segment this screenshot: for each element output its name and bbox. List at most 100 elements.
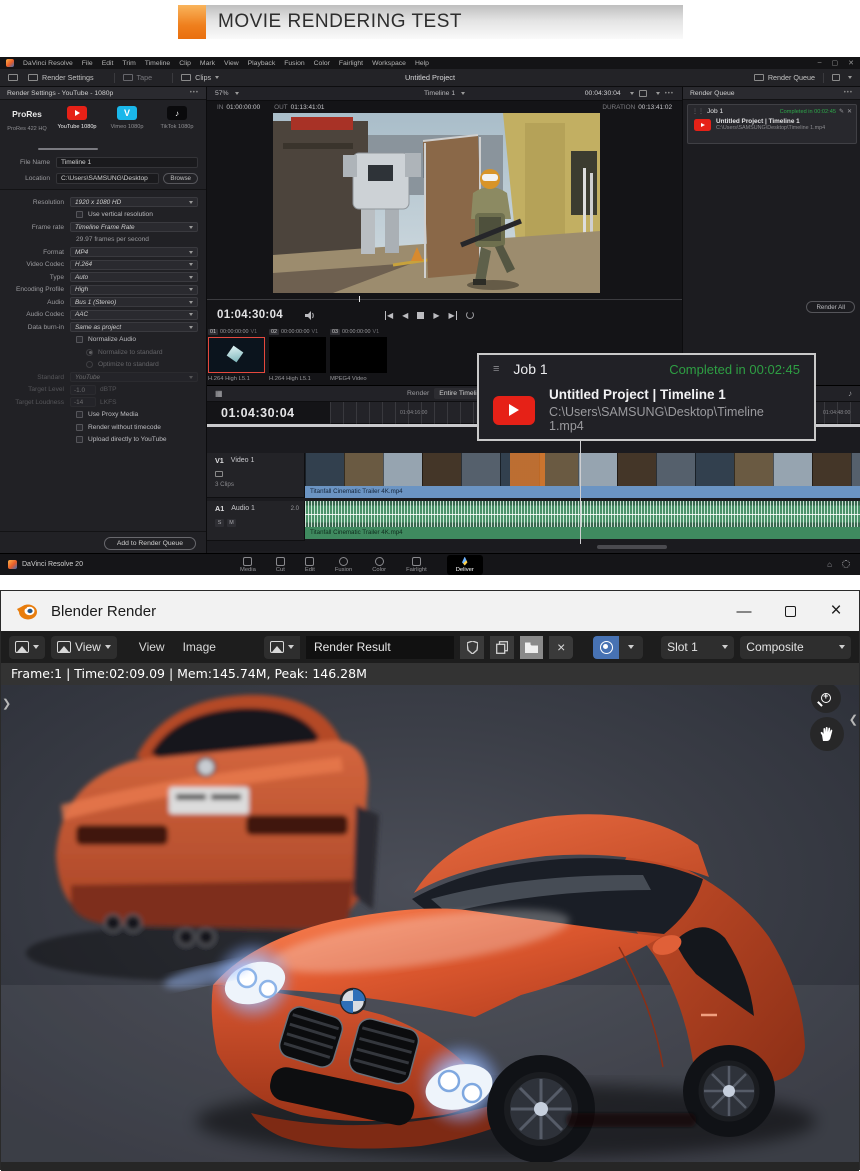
add-to-render-queue-button[interactable]: Add to Render Queue — [104, 537, 196, 550]
preset-prores[interactable]: ProRes ProRes 422 HQ — [4, 106, 50, 132]
solo-button[interactable]: S — [215, 519, 224, 527]
render-viewport[interactable]: ❯ ❮ — [1, 685, 859, 1162]
menu-mark[interactable]: Mark — [200, 60, 215, 67]
clip-thumbnail[interactable] — [269, 337, 326, 373]
speaker-icon[interactable] — [305, 311, 315, 320]
target-loudness-input[interactable]: -14 — [70, 397, 96, 407]
fake-user-shield-icon[interactable] — [460, 636, 484, 659]
clip-thumbnail[interactable] — [208, 337, 265, 373]
maximize-button[interactable] — [767, 591, 813, 631]
render-job-card[interactable]: ⋮⋮ Job 1 Completed in 00:02:45 ✎ ✕ Untit… — [687, 104, 857, 144]
render-all-button[interactable]: Render All — [806, 301, 855, 313]
video-codec-select[interactable]: H.264 — [70, 260, 198, 270]
optimize-standard-radio[interactable] — [86, 361, 93, 368]
drag-handle-icon[interactable]: ⋮⋮ — [692, 108, 704, 115]
close-button[interactable]: ✕ — [848, 59, 854, 67]
menu-help[interactable]: Help — [415, 60, 429, 67]
preset-vimeo[interactable]: V Vimeo 1080p — [104, 106, 150, 130]
viewer-scrub-bar[interactable] — [207, 299, 682, 304]
play-reverse-button[interactable]: ◀ — [402, 311, 408, 320]
minimize-button[interactable]: — — [721, 591, 767, 631]
track-lock-icon[interactable] — [215, 471, 223, 477]
viewer-options-icon[interactable]: ••• — [665, 91, 674, 97]
skip-end-button[interactable]: ▶ — [448, 311, 456, 320]
pass-select[interactable]: Composite — [740, 636, 851, 659]
channels-dropdown[interactable] — [619, 636, 643, 659]
menu-fusion[interactable]: Fusion — [284, 60, 304, 67]
page-fairlight[interactable]: Fairlight — [406, 557, 427, 573]
menu-playback[interactable]: Playback — [248, 60, 276, 67]
normalize-audio-checkbox[interactable] — [76, 336, 83, 343]
menu-view[interactable]: View — [133, 640, 171, 654]
clip-card-3[interactable]: 0300:00:00:00V1 MPEG4 Video — [330, 327, 387, 385]
standard-select[interactable]: YouTube — [70, 372, 198, 382]
preset-tiktok[interactable]: ♪ TikTok 1080p — [154, 106, 200, 130]
open-image-folder-icon[interactable] — [520, 636, 544, 659]
format-select[interactable]: MP4 — [70, 247, 198, 257]
panel-options-icon[interactable]: ••• — [190, 90, 199, 96]
menu-workspace[interactable]: Workspace — [372, 60, 406, 67]
menu-edit[interactable]: Edit — [102, 60, 114, 67]
type-select[interactable]: Auto — [70, 272, 198, 282]
job-completed-popup[interactable]: ≡ Job 1 Completed in 00:02:45 Untitled P… — [477, 353, 816, 441]
resolution-select[interactable]: 1920 x 1080 HD — [70, 197, 198, 207]
vertical-resolution-checkbox[interactable] — [76, 211, 83, 218]
video-clip[interactable]: Titanfall Cinematic Trailer 4K.mp4 — [305, 453, 860, 498]
page-cut[interactable]: Cut — [276, 557, 285, 573]
preset-youtube[interactable]: YouTube 1080p — [54, 106, 100, 130]
render-without-timecode-checkbox[interactable] — [76, 424, 83, 431]
menu-timeline[interactable]: Timeline — [145, 60, 170, 67]
edit-job-icon[interactable]: ✎ — [839, 108, 844, 115]
audio-clip[interactable]: Titanfall Cinematic Trailer 4K.mp4 — [305, 501, 860, 539]
image-name-field[interactable]: Render Result — [306, 636, 454, 659]
mute-button[interactable]: M — [227, 519, 236, 527]
menu-file[interactable]: File — [82, 60, 93, 67]
unlink-button[interactable]: × — [549, 636, 573, 659]
browse-button[interactable]: Browse — [163, 173, 198, 184]
expand-left-chevron-icon[interactable]: ❯ — [2, 697, 11, 710]
page-fusion[interactable]: Fusion — [335, 557, 352, 573]
data-burn-in-select[interactable]: Same as project — [70, 322, 198, 332]
page-deliver[interactable]: Deliver — [447, 555, 483, 575]
play-button[interactable]: ▶ — [433, 311, 439, 320]
image-datablock-button[interactable] — [264, 636, 300, 659]
upload-youtube-checkbox[interactable] — [76, 436, 83, 443]
remove-job-icon[interactable]: ✕ — [847, 108, 852, 115]
video-track-header[interactable]: V1Video 1 3 Clips — [207, 453, 305, 498]
timeline-hscrollbar[interactable] — [597, 545, 667, 549]
menu-trim[interactable]: Trim — [122, 60, 135, 67]
page-color[interactable]: Color — [372, 557, 386, 573]
audio-waveform-toggle-icon[interactable]: ♪ — [848, 389, 852, 398]
home-icon[interactable]: ⌂ — [827, 560, 832, 569]
skip-start-button[interactable]: ◀ — [385, 311, 393, 320]
normalize-standard-radio[interactable] — [86, 349, 93, 356]
view-mode-select[interactable]: View — [51, 636, 117, 659]
page-media[interactable]: Media — [240, 557, 256, 573]
render-queue-button[interactable]: Render Queue — [754, 73, 852, 83]
target-level-input[interactable]: -1.0 — [70, 385, 96, 395]
slot-select[interactable]: Slot 1 — [661, 636, 734, 659]
location-input[interactable]: C:\Users\SAMSUNG\Desktop — [56, 173, 159, 184]
gear-icon[interactable] — [842, 560, 850, 568]
frame-rate-select[interactable]: Timeline Frame Rate — [70, 222, 198, 232]
viewer-zoom-select[interactable]: 57% — [215, 90, 239, 97]
queue-options-icon[interactable]: ••• — [844, 90, 853, 96]
editor-type-button[interactable] — [9, 636, 45, 659]
audio-select[interactable]: Bus 1 (Stereo) — [70, 297, 198, 307]
close-button[interactable]: × — [813, 591, 859, 631]
file-name-input[interactable]: Timeline 1 — [56, 157, 198, 168]
menu-color[interactable]: Color — [314, 60, 330, 67]
display-channels-icon[interactable] — [593, 636, 619, 659]
minimize-button[interactable]: – — [818, 59, 822, 67]
clip-thumbnail[interactable] — [330, 337, 387, 373]
drag-handle-icon[interactable]: ≡ — [493, 363, 499, 375]
clip-card-2[interactable]: 0200:00:00:00V1 H.264 High L5.1 — [269, 327, 326, 385]
maximize-button[interactable]: ▢ — [832, 59, 839, 67]
app-menu[interactable]: DaVinci Resolve — [23, 60, 73, 67]
menu-clip[interactable]: Clip — [179, 60, 191, 67]
menu-image[interactable]: Image — [177, 640, 222, 654]
audio-track-header[interactable]: A1Audio 12.0 S M — [207, 501, 305, 541]
timeline-tool-icon[interactable]: ▦ — [215, 389, 223, 398]
new-image-copy-icon[interactable] — [490, 636, 514, 659]
pan-hand-button[interactable] — [810, 717, 844, 751]
